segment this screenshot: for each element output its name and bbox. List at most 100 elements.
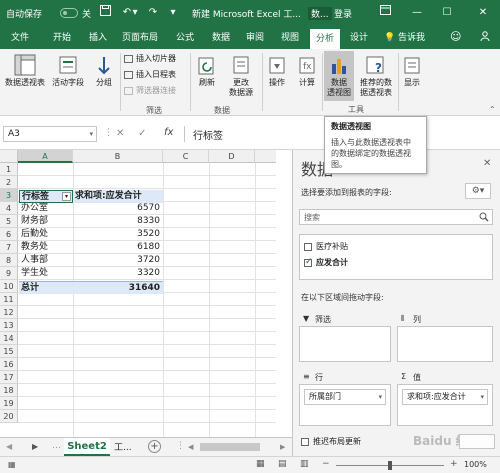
sheet-tab-other[interactable]: 工... bbox=[114, 440, 132, 453]
column-header-d[interactable]: D bbox=[209, 150, 255, 163]
row-field-dropdown[interactable]: 所属部门 ▾ bbox=[304, 389, 386, 405]
field-item-medical[interactable]: 医疗补贴 bbox=[304, 241, 348, 252]
group-button[interactable]: 分组 bbox=[89, 54, 119, 88]
row-header[interactable]: 14 bbox=[0, 332, 18, 345]
add-sheet-icon[interactable]: + bbox=[148, 440, 161, 453]
row-header[interactable]: 19 bbox=[0, 397, 18, 410]
row-header[interactable]: 4 bbox=[0, 202, 18, 215]
row-header[interactable]: 1 bbox=[0, 163, 18, 176]
field-search-input[interactable]: 搜索 bbox=[299, 209, 493, 225]
insert-timeline-button[interactable]: 插入日程表 bbox=[124, 69, 176, 80]
tab-data[interactable]: 数据 bbox=[212, 31, 230, 45]
row-header[interactable]: 15 bbox=[0, 345, 18, 358]
tab-review[interactable]: 审阅 bbox=[246, 31, 264, 45]
search-icon[interactable] bbox=[479, 212, 489, 222]
show-button[interactable]: 显示 bbox=[400, 54, 424, 88]
tab-insert[interactable]: 插入 bbox=[89, 31, 107, 45]
zoom-level[interactable]: 100% bbox=[464, 460, 487, 469]
column-header-c[interactable]: C bbox=[163, 150, 209, 163]
h-scroll-right-icon[interactable]: ▶ bbox=[280, 443, 285, 451]
undo-dropdown-icon[interactable]: ▾ bbox=[130, 5, 140, 21]
worksheet-grid[interactable]: A B C D 1 2 3 4 5 6 7 8 9 10 11 12 13 14 15 16 17 18 19 20 … bbox=[0, 150, 276, 437]
pivot-row-label[interactable]: 人事部 bbox=[19, 254, 73, 267]
tell-me-icon[interactable]: 💡 bbox=[384, 31, 395, 45]
zoom-in-icon[interactable]: + bbox=[450, 459, 458, 469]
field-checkbox-unchecked[interactable] bbox=[304, 242, 312, 251]
row-header[interactable]: 8 bbox=[0, 254, 18, 267]
value-field-dropdown[interactable]: 求和项:应发合计 ▾ bbox=[402, 389, 488, 405]
refresh-button[interactable]: 刷新 bbox=[194, 54, 220, 88]
tab-file[interactable]: 文件 bbox=[11, 31, 29, 45]
h-scroll-left-icon[interactable]: ◀ bbox=[188, 443, 193, 451]
minimize-icon[interactable]: — bbox=[406, 5, 428, 21]
horizontal-scrollbar-thumb[interactable] bbox=[200, 443, 260, 451]
close-icon[interactable]: ✕ bbox=[472, 5, 494, 21]
filter-connections-button[interactable]: 筛选器连接 bbox=[124, 85, 176, 96]
actions-button[interactable]: 操作 bbox=[264, 54, 290, 88]
column-header-e[interactable] bbox=[255, 150, 276, 163]
name-box-dropdown-icon[interactable]: ▾ bbox=[89, 127, 93, 141]
pivot-row-label[interactable]: 后勤处 bbox=[19, 228, 73, 241]
tab-home[interactable]: 开始 bbox=[53, 31, 71, 45]
pivot-chart-button[interactable]: 数据 透视图 bbox=[324, 51, 354, 101]
row-labels-filter-icon[interactable]: ▾ bbox=[62, 192, 71, 201]
save-icon[interactable] bbox=[94, 5, 116, 21]
row-header[interactable]: 13 bbox=[0, 319, 18, 332]
pivot-table-button[interactable]: 数据透视表 bbox=[3, 54, 47, 88]
change-data-source-button[interactable]: 更改 数据源 bbox=[222, 54, 260, 98]
cancel-entry-icon[interactable]: ✕ bbox=[116, 128, 124, 139]
row-header[interactable]: 17 bbox=[0, 371, 18, 384]
update-button[interactable] bbox=[459, 434, 495, 449]
customize-qat-icon[interactable]: ▾ bbox=[162, 5, 184, 21]
pivot-row-label[interactable]: 学生处 bbox=[19, 267, 73, 280]
values-drop-zone[interactable]: 求和项:应发合计 ▾ bbox=[397, 384, 493, 426]
filter-drop-zone[interactable] bbox=[299, 326, 391, 362]
recommended-pivot-button[interactable]: ? 推荐的数 据透视表 bbox=[356, 54, 396, 98]
name-box[interactable]: A3 ▾ bbox=[3, 126, 97, 142]
row-header[interactable]: 12 bbox=[0, 306, 18, 319]
row-header[interactable]: 7 bbox=[0, 241, 18, 254]
zoom-out-icon[interactable]: − bbox=[322, 459, 330, 469]
zoom-slider-thumb[interactable] bbox=[388, 461, 392, 470]
insert-function-icon[interactable]: fx bbox=[164, 127, 173, 138]
row-header[interactable]: 10 bbox=[0, 280, 18, 293]
columns-drop-zone[interactable] bbox=[397, 326, 493, 362]
login-link[interactable]: 登录 bbox=[334, 7, 352, 20]
row-header[interactable]: 5 bbox=[0, 215, 18, 228]
insert-slicer-button[interactable]: 插入切片器 bbox=[124, 53, 176, 64]
sheet-tab-sheet2[interactable]: Sheet2 bbox=[64, 438, 110, 456]
pivot-row-label[interactable]: 财务部 bbox=[19, 215, 73, 228]
rows-drop-zone[interactable]: 所属部门 ▾ bbox=[299, 384, 391, 426]
tab-design[interactable]: 设计 bbox=[350, 31, 368, 45]
page-break-view-icon[interactable]: ▥ bbox=[300, 459, 309, 469]
pivot-row-value[interactable]: 3520 bbox=[73, 228, 163, 241]
column-header-a[interactable]: A bbox=[18, 150, 73, 163]
normal-view-icon[interactable]: ▦ bbox=[256, 459, 265, 469]
pivot-row-label[interactable]: 办公室 bbox=[19, 202, 73, 215]
defer-update-option[interactable]: 推迟布局更新 bbox=[301, 436, 361, 447]
tab-formulas[interactable]: 公式 bbox=[176, 31, 194, 45]
pivot-row-value[interactable]: 8330 bbox=[73, 215, 163, 228]
active-field-button[interactable]: 活动字段 bbox=[49, 54, 87, 88]
tab-analyze[interactable]: 分析 bbox=[310, 29, 341, 49]
calculations-button[interactable]: fx 计算 bbox=[294, 54, 320, 88]
collapse-ribbon-icon[interactable]: ⌃ bbox=[489, 105, 496, 114]
pivot-total-value[interactable]: 31640 bbox=[73, 281, 163, 294]
tell-me-search[interactable]: 告诉我 bbox=[398, 31, 425, 45]
row-header[interactable]: 11 bbox=[0, 293, 18, 306]
tab-view[interactable]: 视图 bbox=[281, 31, 299, 45]
field-item-total-pay[interactable]: ✓ 应发合计 bbox=[304, 257, 348, 268]
pane-settings-icon[interactable]: ⚙▾ bbox=[465, 183, 491, 199]
ribbon-display-icon[interactable] bbox=[374, 5, 396, 21]
pivot-row-label[interactable]: 教务处 bbox=[19, 241, 73, 254]
row-header[interactable]: 2 bbox=[0, 176, 18, 189]
column-header-b[interactable]: B bbox=[73, 150, 163, 163]
row-header[interactable]: 20 bbox=[0, 410, 18, 423]
select-all-corner[interactable] bbox=[0, 150, 18, 163]
scroll-sheets-right-icon[interactable]: ▶ bbox=[32, 442, 38, 451]
row-header[interactable]: 6 bbox=[0, 228, 18, 241]
pane-close-icon[interactable]: ✕ bbox=[483, 158, 491, 169]
share-icon[interactable] bbox=[480, 31, 490, 46]
redo-icon[interactable]: ↷ bbox=[142, 5, 164, 21]
pivot-row-value[interactable]: 6570 bbox=[73, 202, 163, 215]
